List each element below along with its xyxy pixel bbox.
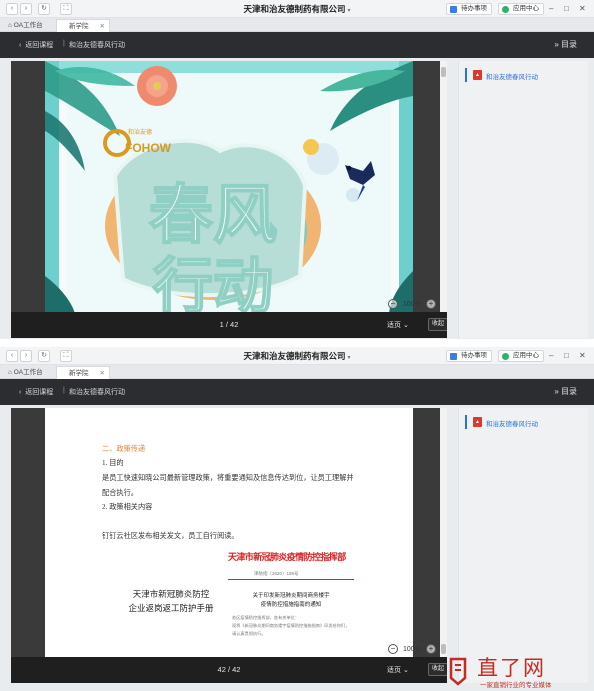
body-line: 配合执行。 xyxy=(102,489,138,497)
cover-title-line1: 春风 xyxy=(149,179,277,253)
maximize-icon[interactable]: □ xyxy=(564,350,569,362)
document-viewer[interactable]: 二、政策传递 1. 目的 是员工快速知晓公司最新管理政策，将重要通知及信息传达到… xyxy=(11,408,447,683)
toc-item[interactable]: ▲ 和治友德春风行动 xyxy=(465,68,584,82)
minimize-icon[interactable]: – xyxy=(549,350,553,362)
app-center-icon xyxy=(502,352,509,360)
cover-page: 春风 行动 和治友德 FOHOW xyxy=(45,61,413,314)
scrollbar-thumb[interactable] xyxy=(441,67,446,77)
screen-1: ‹ › ↻ ⛶ 天津和治友德制药有限公司 ▾ 待办事项 应用中心 – □ ✕ ⌂ … xyxy=(0,0,594,339)
title-bar: ‹ › ↻ ⛶ 天津和治友德制药有限公司 ▾ 待办事项 应用中心 – □ ✕ xyxy=(0,0,594,18)
close-window-icon[interactable]: ✕ xyxy=(579,350,586,362)
app-center-button[interactable]: 应用中心 xyxy=(498,3,544,15)
title-bar: ‹ › ↻ ⛶ 天津和治友德制药有限公司 ▾ 待办事项 应用中心 – □ ✕ xyxy=(0,347,594,365)
manual-title-line1: 天津市新冠肺炎防控 xyxy=(132,589,210,599)
maximize-icon[interactable]: □ xyxy=(564,3,569,15)
pdf-file-icon: ▲ xyxy=(473,70,482,80)
header-separator: | xyxy=(63,40,65,47)
watermark-name: 直了网 xyxy=(477,656,546,680)
notice-doc-number: 津防指〔2020〕199号 xyxy=(254,571,299,576)
body-line: 1. 目的 xyxy=(102,459,124,467)
page-indicator: 42 / 42 xyxy=(217,665,241,674)
notice-title-line1: 关于印发新冠肺炎期间商务楼宇 xyxy=(252,593,330,599)
viewer-header: ‹ 返回课程 | 和治友德春风行动 » 目录 xyxy=(0,32,594,58)
manual-title-line2: 企业返岗返工防护手册 xyxy=(128,603,214,613)
zoom-level: 100% xyxy=(403,645,421,653)
watermark: 直了网 一家直销行业的专业媒体 xyxy=(447,652,594,691)
back-to-course-link[interactable]: ‹ 返回课程 xyxy=(19,387,53,397)
zoom-out-icon[interactable]: − xyxy=(388,299,398,309)
section-heading: 二、政策传递 xyxy=(102,445,146,453)
zoom-out-icon[interactable]: − xyxy=(388,644,398,654)
zoom-control: −100% + xyxy=(388,644,436,654)
collapse-button[interactable]: 收起 xyxy=(428,663,447,676)
document-title: 和治友德春风行动 xyxy=(69,389,125,396)
tab-bar: ⌂ OA工作台 新学院 ✕ xyxy=(0,18,594,32)
vertical-scrollbar[interactable] xyxy=(440,408,447,657)
chevron-down-icon: ⌄ xyxy=(402,322,409,329)
fit-page-dropdown[interactable]: 适页 ⌄ xyxy=(387,665,409,675)
toc-item[interactable]: ▲ 和治友德春风行动 xyxy=(465,415,584,429)
close-window-icon[interactable]: ✕ xyxy=(579,3,586,15)
tab-new-academy[interactable]: 新学院 ✕ xyxy=(56,19,110,32)
brand-logo-text: FOHOW xyxy=(125,141,172,155)
collapse-button[interactable]: 收起 xyxy=(428,318,447,331)
back-to-course-link[interactable]: ‹ 返回课程 xyxy=(19,40,53,50)
viewer-header: ‹ 返回课程 | 和治友德春风行动 » 目录 xyxy=(0,379,594,405)
toc-panel: ▲ 和治友德春风行动 xyxy=(458,408,588,683)
viewer-footer: 42 / 42 适页 ⌄ 收起 xyxy=(11,657,447,683)
minimize-icon[interactable]: – xyxy=(549,3,553,15)
body-line: 2. 政策相关内容 xyxy=(102,503,153,511)
todo-icon xyxy=(450,5,457,13)
zoom-level: 100% xyxy=(403,300,421,308)
zoom-in-icon[interactable]: + xyxy=(425,299,436,309)
app-center-icon xyxy=(502,5,509,13)
toc-panel: ▲ 和治友德春风行动 xyxy=(458,61,588,338)
todo-button[interactable]: 待办事项 xyxy=(446,3,492,15)
document-viewer[interactable]: 春风 行动 和治友德 FOHOW −100% + 1 / 42 适页 ⌄ 收起 xyxy=(11,61,447,338)
double-chevron-right-icon: » xyxy=(554,387,559,396)
todo-button[interactable]: 待办事项 xyxy=(446,350,492,362)
zoom-control: −100% + xyxy=(388,299,436,309)
toc-toggle-button[interactable]: » 目录 xyxy=(554,39,577,50)
brand-subtitle: 和治友德 xyxy=(128,128,152,136)
chevron-down-icon: ⌄ xyxy=(402,667,409,674)
chevron-left-icon: ‹ xyxy=(19,42,22,49)
document-title: 和治友德春风行动 xyxy=(69,42,125,49)
tab-oa-workbench[interactable]: ⌂ OA工作台 xyxy=(3,19,55,32)
header-separator: | xyxy=(63,387,65,394)
zoom-in-icon[interactable]: + xyxy=(425,644,436,654)
notice-red-header: 天津市新冠肺炎疫情防控指挥部 xyxy=(228,552,346,562)
notice-body-line: 请认真贯彻执行。 xyxy=(232,631,266,636)
app-center-button[interactable]: 应用中心 xyxy=(498,350,544,362)
pdf-file-icon: ▲ xyxy=(473,417,482,427)
notice-title-line2: 疫情防控措施指南的通知 xyxy=(260,602,322,608)
viewer-footer: 1 / 42 适页 ⌄ 收起 xyxy=(11,312,447,338)
notice-body-line: 现将《新冠肺炎期间商务楼宇疫情防控措施指南》印发给你们， xyxy=(232,623,350,628)
cover-title-line2: 行动 xyxy=(153,252,273,314)
notice-document-image: 天津市新冠肺炎疫情防控指挥部 津防指〔2020〕199号 关于印发新冠肺炎期间商… xyxy=(228,546,354,656)
cover-illustration: 春风 行动 和治友德 FOHOW xyxy=(45,61,413,314)
document-page: 二、政策传递 1. 目的 是员工快速知晓公司最新管理政策，将重要通知及信息传达到… xyxy=(45,408,413,657)
vertical-scrollbar[interactable] xyxy=(440,61,447,312)
watermark-slogan: 一家直销行业的专业媒体 xyxy=(480,682,552,689)
chevron-left-icon: ‹ xyxy=(19,389,22,396)
notice-body-line: 各区疫情防控指挥部，各有关单位： xyxy=(232,615,300,620)
tab-bar: ⌂ OA工作台 新学院 ✕ xyxy=(0,365,594,379)
todo-icon xyxy=(450,352,457,360)
toc-toggle-button[interactable]: » 目录 xyxy=(554,386,577,397)
tab-new-academy[interactable]: 新学院 ✕ xyxy=(56,366,110,379)
body-line: 钉钉云社区发布相关发文，员工自行阅读。 xyxy=(102,532,239,540)
zhiliao-logo-icon xyxy=(449,657,467,686)
body-line: 是员工快速知晓公司最新管理政策，将重要通知及信息传达到位，让员工理解并 xyxy=(102,474,354,482)
tab-oa-workbench[interactable]: ⌂ OA工作台 xyxy=(3,366,55,379)
double-chevron-right-icon: » xyxy=(554,40,559,49)
scrollbar-thumb[interactable] xyxy=(441,644,446,654)
notice-red-divider xyxy=(228,579,354,580)
page-indicator: 1 / 42 xyxy=(219,320,239,329)
fit-page-dropdown[interactable]: 适页 ⌄ xyxy=(387,320,409,330)
